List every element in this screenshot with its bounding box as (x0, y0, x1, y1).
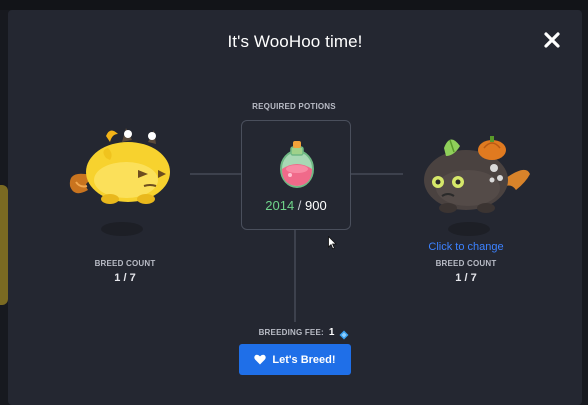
potion-box: 2014 / 900 (241, 120, 351, 230)
close-icon[interactable] (541, 29, 563, 51)
modal-title: It's WooHoo time! (227, 32, 363, 51)
breeding-modal: It's WooHoo time! BREED COUNT 1 / 7 REQU… (8, 10, 582, 405)
potion-count: 2014 / 900 (242, 198, 350, 213)
breeding-fee-value: 1 (328, 326, 335, 338)
axie-shadow-right (448, 222, 490, 236)
connector-line-left (190, 173, 242, 175)
background-top-bar (0, 0, 588, 10)
mouse-cursor-icon (328, 235, 337, 250)
axs-token-icon (339, 327, 349, 340)
click-to-change-link[interactable]: Click to change (416, 241, 516, 253)
left-breed-count: 1 / 7 (114, 272, 136, 284)
potion-flask-icon (272, 137, 322, 189)
breeding-fee-row: BREEDING FEE: 1 (244, 325, 364, 340)
breeding-fee-label: BREEDING FEE: (258, 327, 324, 337)
potions-separator: / (294, 198, 306, 213)
parent-left-axie[interactable] (60, 120, 190, 210)
yellow-axie-image (69, 128, 170, 204)
left-breed-count-label: BREED COUNT (94, 259, 156, 268)
background-axie-peek (0, 185, 8, 305)
lets-breed-button[interactable]: Let's Breed! (239, 344, 351, 375)
axie-shadow-left (101, 222, 143, 236)
right-breed-count-label: BREED COUNT (435, 259, 497, 268)
potions-owned: 2014 (265, 198, 295, 213)
parent-right-axie[interactable] (414, 128, 544, 218)
potions-required: 900 (305, 198, 327, 213)
lets-breed-label: Let's Breed! (272, 353, 336, 366)
connector-line-right (351, 173, 403, 175)
connector-line-down (294, 230, 296, 322)
dark-axie-image (424, 136, 530, 213)
required-potions-label: REQUIRED POTIONS (252, 102, 336, 111)
right-breed-count: 1 / 7 (455, 272, 477, 284)
heart-icon (254, 354, 267, 365)
